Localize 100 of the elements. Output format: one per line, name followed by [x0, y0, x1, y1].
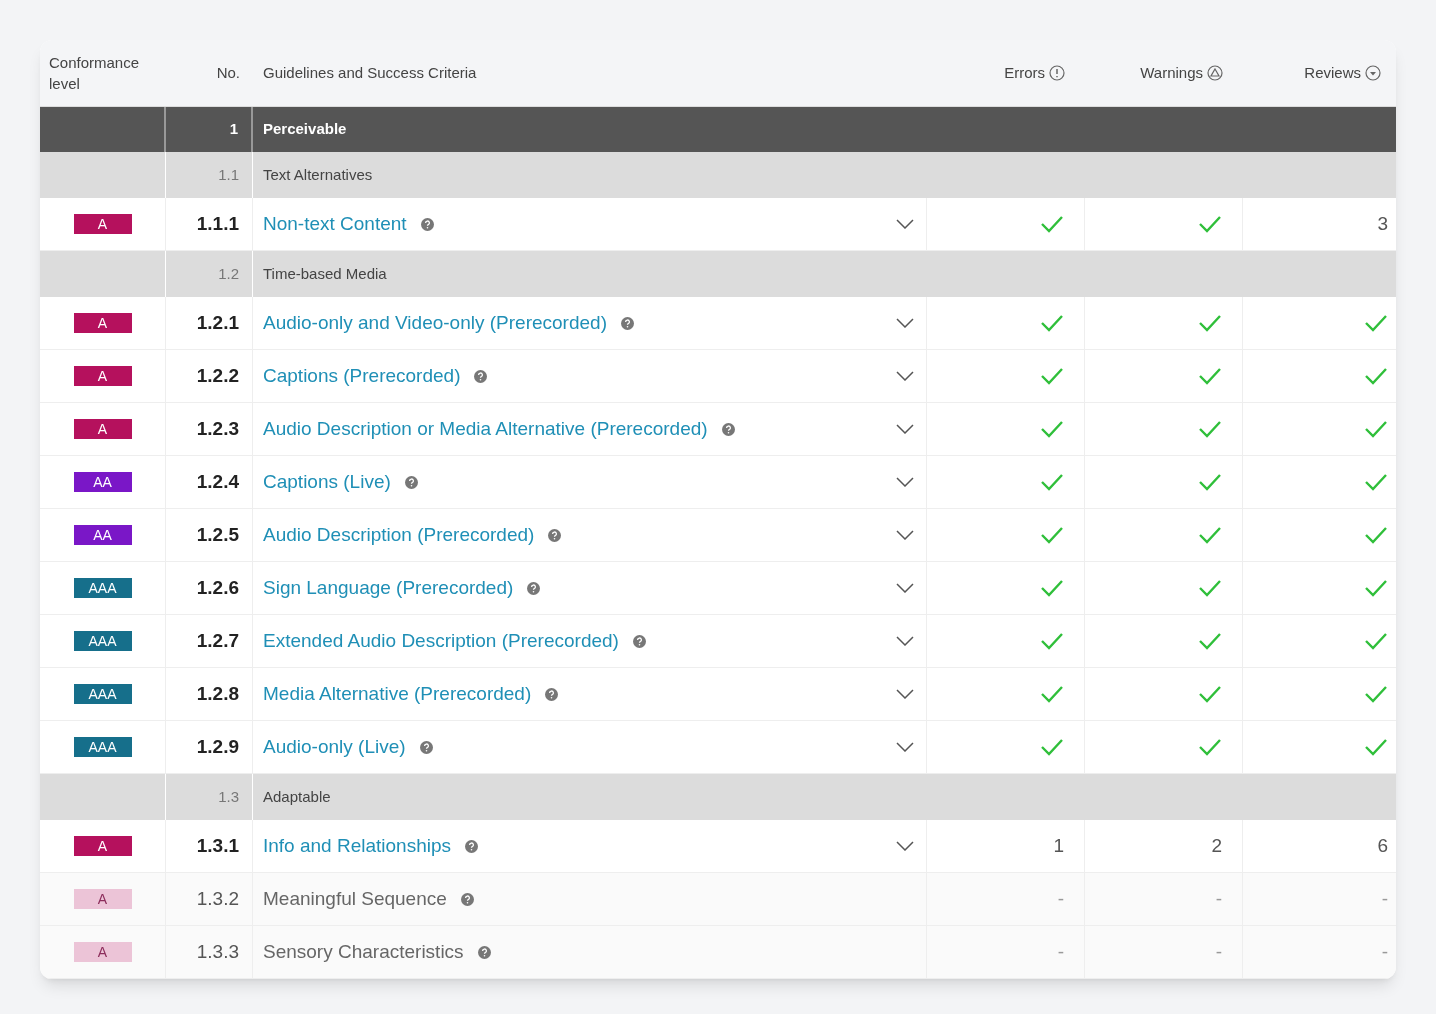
error-icon — [1049, 65, 1065, 81]
check-icon — [1198, 367, 1222, 385]
help-icon — [419, 740, 433, 754]
review-icon — [1365, 65, 1381, 81]
guideline-title: Text Alternatives — [263, 164, 373, 185]
check-icon — [1198, 738, 1222, 756]
check-icon — [1040, 579, 1064, 597]
column-header: Errors — [1004, 62, 1045, 83]
result-count: - — [1381, 939, 1388, 964]
help-icon — [545, 687, 559, 701]
level-badge: A — [73, 366, 132, 386]
check-icon — [1364, 738, 1388, 756]
column-header: Reviews — [1304, 62, 1361, 83]
check-icon — [1364, 420, 1388, 438]
criterion-link[interactable]: Non-text Content — [263, 209, 407, 239]
check-icon — [1040, 367, 1064, 385]
expand-chevron-icon[interactable] — [896, 841, 914, 851]
result-count: 6 — [1377, 833, 1388, 858]
criterion-title: Sensory Characteristics — [263, 939, 464, 964]
expand-chevron-icon[interactable] — [896, 318, 914, 328]
criterion-number: 1.3.3 — [196, 939, 239, 964]
help-icon — [721, 422, 735, 436]
help-icon — [465, 839, 478, 853]
check-icon — [1040, 738, 1064, 756]
help-icon — [474, 369, 488, 383]
result-count: - — [1381, 886, 1388, 911]
criterion-number: 1.2.5 — [196, 522, 239, 547]
check-icon — [1198, 526, 1222, 544]
result-count: - — [1215, 939, 1222, 964]
check-icon — [1040, 215, 1064, 233]
criterion-number: 1.2.6 — [196, 575, 239, 600]
check-icon — [1364, 526, 1388, 544]
expand-chevron-icon[interactable] — [896, 689, 914, 699]
expand-chevron-icon[interactable] — [896, 219, 914, 229]
check-icon — [1040, 685, 1064, 703]
criterion-number: 1.2.2 — [196, 363, 239, 388]
level-badge: AA — [73, 472, 132, 492]
check-icon — [1198, 685, 1222, 703]
level-badge: A — [73, 942, 132, 962]
check-icon — [1198, 632, 1222, 650]
check-icon — [1364, 314, 1388, 332]
level-badge: AAA — [73, 684, 132, 704]
warning-icon — [1207, 65, 1223, 81]
criterion-link[interactable]: Audio Description (Prerecorded) — [263, 520, 535, 550]
criterion-number: 1.3.2 — [196, 886, 239, 911]
criterion-link[interactable]: Audio Description or Media Alternative (Prerecorded) — [263, 414, 708, 444]
column-header: Guidelines and Success Criteria — [263, 62, 477, 83]
check-icon — [1040, 314, 1064, 332]
criterion-number: 1.3.1 — [196, 833, 239, 858]
column-header: Conformance level — [49, 53, 141, 94]
help-icon — [420, 217, 434, 231]
criterion-link[interactable]: Audio-only (Live) — [263, 732, 406, 762]
expand-chevron-icon[interactable] — [896, 530, 914, 540]
expand-chevron-icon[interactable] — [896, 636, 914, 646]
guideline-title: Adaptable — [263, 786, 331, 807]
level-badge: AA — [73, 525, 132, 545]
check-icon — [1198, 314, 1222, 332]
guideline-number: 1.2 — [218, 263, 239, 284]
section-title: Perceivable — [263, 119, 347, 140]
expand-chevron-icon[interactable] — [896, 424, 914, 434]
expand-chevron-icon[interactable] — [896, 742, 914, 752]
result-count: - — [1057, 886, 1064, 911]
help-icon — [632, 634, 646, 648]
criterion-link[interactable]: Extended Audio Description (Prerecorded) — [263, 626, 619, 656]
guideline-title: Time-based Media — [263, 263, 387, 284]
level-badge: A — [73, 419, 132, 439]
help-icon — [527, 581, 541, 595]
check-icon — [1040, 526, 1064, 544]
check-icon — [1040, 632, 1064, 650]
guideline-number: 1.3 — [218, 786, 239, 807]
help-icon — [404, 475, 418, 489]
check-icon — [1364, 632, 1388, 650]
check-icon — [1198, 420, 1222, 438]
check-icon — [1040, 420, 1064, 438]
level-badge: A — [73, 214, 132, 234]
criterion-link[interactable]: Captions (Live) — [263, 467, 391, 497]
level-badge: A — [73, 889, 132, 909]
expand-chevron-icon[interactable] — [896, 583, 914, 593]
result-count: 3 — [1377, 211, 1388, 236]
check-icon — [1040, 473, 1064, 491]
level-badge: A — [73, 836, 132, 856]
criterion-number: 1.2.4 — [196, 469, 239, 494]
criterion-link[interactable]: Captions (Prerecorded) — [263, 361, 461, 391]
expand-chevron-icon[interactable] — [896, 477, 914, 487]
criterion-number: 1.2.1 — [196, 310, 239, 335]
expand-chevron-icon[interactable] — [896, 371, 914, 381]
help-icon — [477, 945, 491, 959]
criterion-link[interactable]: Info and Relationships — [263, 831, 451, 861]
check-icon — [1198, 473, 1222, 491]
level-badge: AAA — [73, 737, 132, 757]
result-count: - — [1057, 939, 1064, 964]
criterion-link[interactable]: Sign Language (Prerecorded) — [263, 573, 514, 603]
criterion-number: 1.2.3 — [196, 416, 239, 441]
check-icon — [1198, 215, 1222, 233]
result-count: 1 — [1053, 833, 1064, 858]
guideline-number: 1.1 — [218, 164, 239, 185]
criterion-link[interactable]: Audio-only and Video-only (Prerecorded) — [263, 308, 607, 338]
criterion-link[interactable]: Media Alternative (Prerecorded) — [263, 679, 532, 709]
criterion-number: 1.2.8 — [196, 681, 239, 706]
check-icon — [1364, 685, 1388, 703]
